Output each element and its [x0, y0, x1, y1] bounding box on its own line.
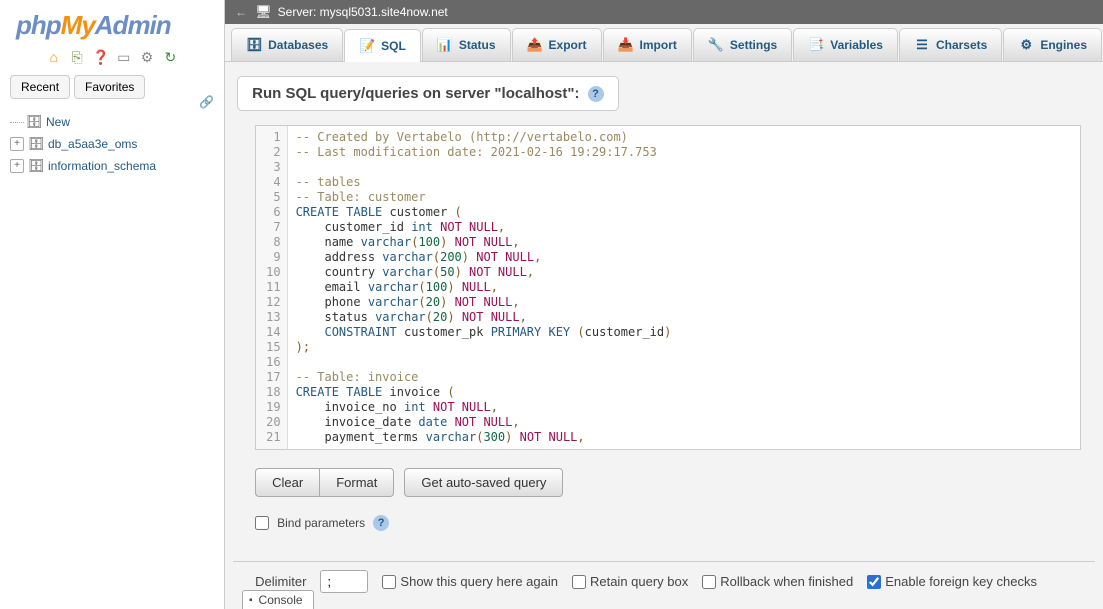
- help-icon[interactable]: ?: [373, 515, 389, 531]
- auto-saved-button[interactable]: Get auto-saved query: [404, 468, 563, 497]
- show-again-option[interactable]: Show this query here again: [382, 574, 558, 589]
- bind-parameters-checkbox[interactable]: [255, 516, 269, 530]
- databases-icon: 🗄: [246, 37, 262, 53]
- tree-db-1[interactable]: + 🗄 information_schema: [8, 155, 216, 177]
- tab-engines[interactable]: ⚙Engines: [1003, 28, 1102, 61]
- logo-part1: php: [16, 10, 61, 40]
- tree-db-label: db_a5aa3e_oms: [48, 137, 137, 151]
- recent-button[interactable]: Recent: [10, 75, 70, 99]
- tree-new[interactable]: 🗄 New: [8, 111, 216, 133]
- tab-sql[interactable]: 📝SQL: [344, 29, 421, 62]
- fk-checkbox[interactable]: [867, 575, 881, 589]
- editor-gutter: 123456789101112131415161718192021: [256, 126, 287, 449]
- expand-icon[interactable]: +: [10, 137, 24, 151]
- tree-line-icon: [10, 122, 24, 123]
- tab-variables[interactable]: 📑Variables: [793, 28, 898, 61]
- server-link[interactable]: Server: mysql5031.site4now.net: [278, 5, 448, 19]
- quick-icons: ⌂ ⎘ ❓ ▭ ⚙ ↻: [6, 45, 218, 75]
- rollback-option[interactable]: Rollback when finished: [702, 574, 853, 589]
- tree-db-label: information_schema: [48, 159, 156, 173]
- logo[interactable]: phpMyAdmin: [6, 8, 218, 45]
- help-icon[interactable]: ?: [588, 86, 604, 102]
- docs-icon[interactable]: ❓: [92, 49, 108, 65]
- tab-databases[interactable]: 🗄Databases: [231, 28, 343, 61]
- content: Run SQL query/queries on server "localho…: [225, 62, 1103, 609]
- sql-tab-icon: 📝: [359, 38, 375, 54]
- topbar: ← 🖥 Server: mysql5031.site4now.net: [225, 0, 1103, 24]
- panel-heading: Run SQL query/queries on server "localho…: [237, 76, 618, 111]
- show-again-checkbox[interactable]: [382, 575, 396, 589]
- bind-parameters-label: Bind parameters: [277, 516, 365, 530]
- link-icon[interactable]: 🔗: [199, 95, 214, 109]
- status-icon: 📊: [437, 37, 453, 53]
- sidebar: phpMyAdmin ⌂ ⎘ ❓ ▭ ⚙ ↻ Recent Favorites …: [0, 0, 225, 609]
- clear-format-group: Clear Format: [255, 468, 394, 497]
- top-tabs: 🗄Databases 📝SQL 📊Status 📤Export 📥Import …: [225, 24, 1103, 62]
- console-label: Console: [259, 593, 303, 607]
- new-db-icon: 🗄: [26, 114, 42, 130]
- tab-export[interactable]: 📤Export: [512, 28, 602, 61]
- settings-tab-icon: 🔧: [708, 37, 724, 53]
- delimiter-input[interactable]: [320, 570, 368, 593]
- db-tree: 🗄 New + 🗄 db_a5aa3e_oms + 🗄 information_…: [6, 107, 218, 181]
- clear-button[interactable]: Clear: [255, 468, 319, 497]
- expand-icon[interactable]: +: [10, 159, 24, 173]
- home-icon[interactable]: ⌂: [46, 49, 62, 65]
- server-icon: 🖥: [255, 4, 272, 20]
- logo-part2: My: [61, 10, 95, 40]
- fk-option[interactable]: Enable foreign key checks: [867, 574, 1037, 589]
- settings-icon[interactable]: ⚙: [139, 49, 155, 65]
- bind-parameters-row: Bind parameters ?: [255, 515, 1081, 531]
- tree-new-label: New: [46, 115, 70, 129]
- format-button[interactable]: Format: [319, 468, 394, 497]
- database-icon: 🗄: [28, 158, 44, 174]
- tab-import[interactable]: 📥Import: [603, 28, 692, 61]
- logo-part3: Admin: [95, 10, 171, 40]
- export-icon: 📤: [527, 37, 543, 53]
- variables-icon: 📑: [808, 37, 824, 53]
- bottom-bar: Delimiter Show this query here again Ret…: [233, 561, 1095, 601]
- delimiter-label: Delimiter: [255, 574, 306, 589]
- reload-icon[interactable]: ↻: [162, 49, 178, 65]
- collapse-icon[interactable]: ←: [235, 5, 247, 19]
- editor-code[interactable]: -- Created by Vertabelo (http://vertabel…: [288, 126, 680, 449]
- main: ← 🖥 Server: mysql5031.site4now.net 🗄Data…: [225, 0, 1103, 609]
- engines-icon: ⚙: [1018, 37, 1034, 53]
- rollback-checkbox[interactable]: [702, 575, 716, 589]
- tab-settings[interactable]: 🔧Settings: [693, 28, 792, 61]
- database-icon: 🗄: [28, 136, 44, 152]
- tree-db-0[interactable]: + 🗄 db_a5aa3e_oms: [8, 133, 216, 155]
- charsets-icon: ☰: [914, 37, 930, 53]
- console-toggle[interactable]: ▪ Console: [242, 590, 314, 609]
- retain-option[interactable]: Retain query box: [572, 574, 688, 589]
- retain-checkbox[interactable]: [572, 575, 586, 589]
- sql-icon[interactable]: ▭: [116, 49, 132, 65]
- import-icon: 📥: [618, 37, 634, 53]
- caret-up-icon: ▪: [249, 595, 253, 606]
- logout-icon[interactable]: ⎘: [69, 49, 85, 65]
- tab-charsets[interactable]: ☰Charsets: [899, 28, 1002, 61]
- panel-heading-text: Run SQL query/queries on server "localho…: [252, 85, 579, 102]
- tab-status[interactable]: 📊Status: [422, 28, 511, 61]
- sql-editor[interactable]: 123456789101112131415161718192021 -- Cre…: [255, 125, 1081, 450]
- favorites-button[interactable]: Favorites: [74, 75, 145, 99]
